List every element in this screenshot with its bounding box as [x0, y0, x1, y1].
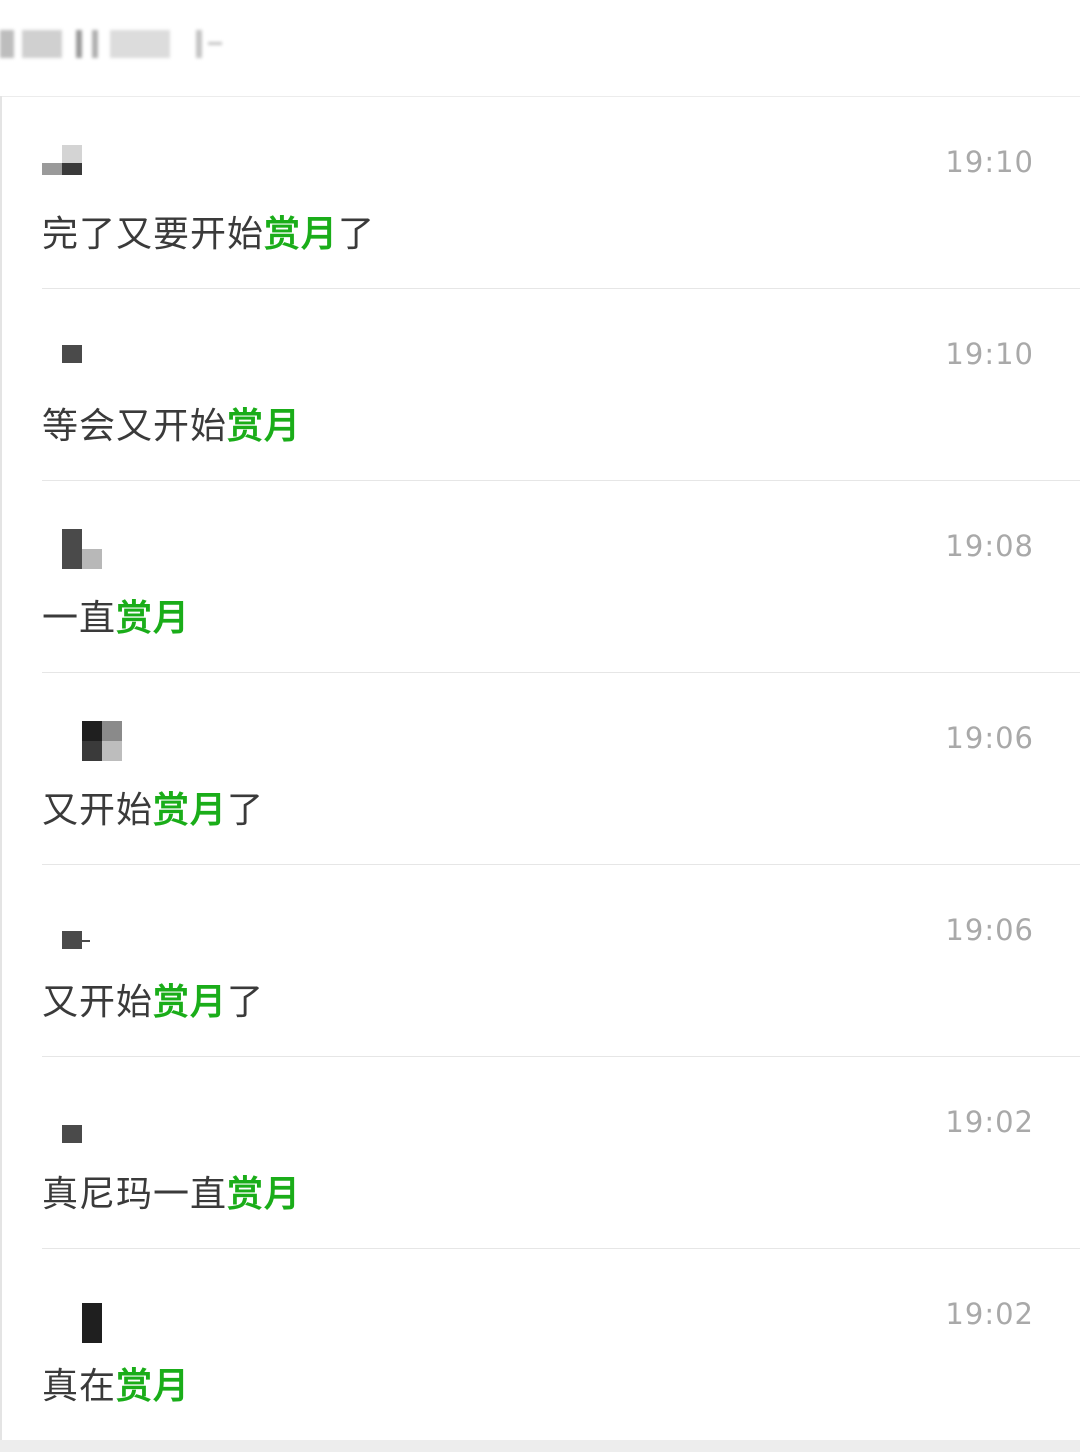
message-time: 19:10 [945, 145, 1034, 179]
highlight-keyword: 赏月 [227, 1174, 302, 1215]
message-time: 19:02 [945, 1297, 1034, 1331]
pixelated-avatar-icon[interactable] [42, 721, 132, 769]
header-bar [0, 0, 1080, 97]
message-text: 又开始赏月了 [42, 790, 265, 831]
message-time: 19:10 [945, 337, 1034, 371]
highlight-keyword: 赏月 [153, 982, 228, 1023]
highlight-keyword: 赏月 [227, 406, 302, 447]
pixelated-avatar-icon[interactable] [42, 913, 132, 961]
highlight-keyword: 赏月 [116, 1366, 191, 1407]
message-text: 完了又要开始赏月了 [42, 214, 376, 255]
list-item[interactable]: 19:10 完了又要开始赏月了 [42, 97, 1080, 289]
bottom-divider [0, 1440, 1080, 1452]
pixelated-avatar-icon[interactable] [42, 1297, 132, 1345]
list-item[interactable]: 19:06 又开始赏月了 [42, 673, 1080, 865]
pixelated-avatar-icon[interactable] [42, 145, 132, 193]
pixelated-avatar-icon[interactable] [42, 1105, 132, 1153]
blurred-title [0, 26, 230, 62]
highlight-keyword: 赏月 [153, 790, 228, 831]
highlight-keyword: 赏月 [264, 214, 339, 255]
message-time: 19:06 [945, 913, 1034, 947]
message-text: 一直赏月 [42, 598, 191, 639]
message-text: 真尼玛一直赏月 [42, 1174, 302, 1215]
list-item[interactable]: 19:08 一直赏月 [42, 481, 1080, 673]
message-time: 19:06 [945, 721, 1034, 755]
list-item[interactable]: 19:02 真尼玛一直赏月 [42, 1057, 1080, 1249]
message-time: 19:02 [945, 1105, 1034, 1139]
message-text: 等会又开始赏月 [42, 406, 302, 447]
list-item[interactable]: 19:10 等会又开始赏月 [42, 289, 1080, 481]
pixelated-avatar-icon[interactable] [42, 529, 132, 577]
message-list: 19:10 完了又要开始赏月了 19:10 等会又开始赏月 19:08 一直赏月… [0, 97, 1080, 1440]
highlight-keyword: 赏月 [116, 598, 191, 639]
message-text: 又开始赏月了 [42, 982, 265, 1023]
message-text: 真在赏月 [42, 1366, 191, 1407]
pixelated-avatar-icon[interactable] [42, 337, 132, 385]
list-item[interactable]: 19:06 又开始赏月了 [42, 865, 1080, 1057]
message-time: 19:08 [945, 529, 1034, 563]
list-item[interactable]: 19:02 真在赏月 [42, 1249, 1080, 1440]
